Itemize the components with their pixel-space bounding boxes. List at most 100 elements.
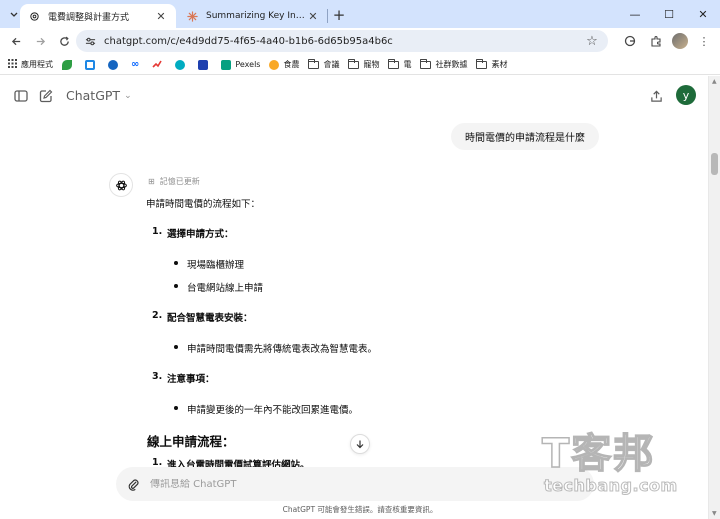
bullet-dot bbox=[174, 345, 178, 349]
message-composer bbox=[116, 467, 594, 501]
forward-arrow-icon[interactable] bbox=[28, 30, 52, 54]
window-controls: — ☐ ✕ bbox=[618, 0, 720, 28]
bookmark-label: 素材 bbox=[491, 60, 508, 69]
scroll-to-bottom-button[interactable] bbox=[350, 434, 370, 454]
bookmark-square[interactable] bbox=[85, 59, 99, 70]
new-chat-icon[interactable] bbox=[38, 88, 54, 104]
meta-icon: ∞ bbox=[131, 59, 140, 70]
memory-icon: ⊞ bbox=[148, 177, 155, 186]
close-tab-icon[interactable]: ✕ bbox=[154, 9, 168, 23]
new-tab-button[interactable]: + bbox=[330, 6, 348, 24]
apps-grid-icon bbox=[8, 59, 17, 70]
maximize-icon[interactable]: ☐ bbox=[652, 0, 686, 28]
bookmark-label: 寵物 bbox=[363, 60, 380, 69]
tab-divider bbox=[327, 9, 328, 23]
list-number: 1. bbox=[152, 226, 163, 237]
close-window-icon[interactable]: ✕ bbox=[686, 0, 720, 28]
arrow-down-icon bbox=[356, 440, 364, 449]
section-title: 選擇申請方式： bbox=[167, 229, 234, 240]
bookmark-star-icon[interactable]: ☆ bbox=[584, 33, 600, 49]
attach-paperclip-icon[interactable] bbox=[116, 467, 150, 501]
scroll-down-icon[interactable]: ▼ bbox=[712, 510, 717, 517]
openai-icon bbox=[28, 10, 40, 22]
folder-icon bbox=[308, 58, 320, 69]
site-settings-icon[interactable] bbox=[82, 33, 98, 49]
tab-inactive[interactable]: Summarizing Key Information ✕ bbox=[178, 4, 328, 28]
bullet-dot bbox=[174, 406, 178, 410]
bee-icon bbox=[269, 59, 280, 70]
minimize-icon[interactable]: — bbox=[618, 0, 652, 28]
folder-icon bbox=[420, 58, 432, 69]
sidebar-toggle-icon[interactable] bbox=[13, 88, 29, 104]
bookmark-p[interactable] bbox=[198, 59, 212, 70]
message-input[interactable] bbox=[150, 478, 594, 490]
bullet-text: 申請變更後的一年內不能改回累進電價。 bbox=[187, 405, 359, 416]
tab-search-icon[interactable] bbox=[8, 8, 20, 20]
close-tab-icon[interactable]: ✕ bbox=[306, 9, 320, 23]
bookmark-food[interactable]: 食農 bbox=[269, 59, 299, 70]
scroll-up-icon[interactable]: ▲ bbox=[712, 78, 717, 85]
watermark-site: techbang.com bbox=[544, 476, 678, 496]
bookmark-label: 食農 bbox=[283, 60, 300, 69]
page-scrollbar[interactable]: ▲ ▼ bbox=[708, 76, 720, 519]
extension-g-icon[interactable] bbox=[620, 31, 640, 51]
square-icon bbox=[85, 59, 95, 70]
bookmark-meta[interactable]: ∞ bbox=[131, 59, 143, 70]
user-message: 時間電價的申請流程是什麼 bbox=[451, 123, 599, 150]
bookmark-folder-social[interactable]: 社群數據 bbox=[420, 58, 468, 70]
profile-avatar[interactable] bbox=[672, 33, 688, 49]
bookmark-label: 會議 bbox=[323, 60, 340, 69]
tab-title: 電費調整與計畫方式 bbox=[48, 12, 130, 23]
browser-toolbar: chatgpt.com/c/e4d9dd75-4f65-4a40-b1b6-6d… bbox=[0, 28, 720, 55]
bullet-text: 現場臨櫃辦理 bbox=[187, 260, 245, 271]
bookmark-pexels[interactable]: Pexels bbox=[221, 59, 260, 70]
list-number: 2. bbox=[152, 310, 163, 321]
bookmark-folder-meeting[interactable]: 會議 bbox=[308, 58, 340, 70]
bookmark-folder-assets[interactable]: 素材 bbox=[476, 58, 508, 70]
claude-icon bbox=[186, 10, 198, 22]
user-avatar[interactable]: y bbox=[676, 85, 696, 105]
folder-icon bbox=[348, 58, 360, 69]
share-icon[interactable] bbox=[648, 88, 664, 104]
watermark-logo: T客邦 bbox=[541, 431, 656, 477]
list-number: 3. bbox=[152, 371, 163, 382]
p-icon bbox=[198, 59, 209, 70]
bullet-text: 台電網站線上申請 bbox=[187, 283, 264, 294]
bookmark-apps[interactable]: 應用程式 bbox=[8, 59, 53, 70]
bullet-dot bbox=[174, 284, 178, 288]
bookmark-folder-power[interactable]: 電 bbox=[388, 58, 412, 70]
s-icon bbox=[175, 59, 186, 70]
bookmark-s[interactable] bbox=[175, 59, 189, 70]
address-bar[interactable]: chatgpt.com/c/e4d9dd75-4f65-4a40-b1b6-6d… bbox=[76, 30, 608, 52]
leaf-icon bbox=[62, 59, 72, 70]
extensions-puzzle-icon[interactable] bbox=[646, 31, 666, 51]
back-arrow-icon[interactable] bbox=[4, 30, 28, 54]
bookmark-leaf[interactable] bbox=[62, 59, 76, 70]
bookmark-c[interactable] bbox=[108, 59, 122, 70]
tab-active[interactable]: 電費調整與計畫方式 ✕ bbox=[20, 4, 176, 28]
bookmark-label: 應用程式 bbox=[21, 60, 53, 69]
c-icon bbox=[108, 59, 118, 70]
model-selector[interactable]: ChatGPT ⌄ bbox=[66, 88, 132, 103]
model-name: ChatGPT bbox=[66, 88, 121, 103]
answer-intro: 申請時間電價的流程如下： bbox=[146, 199, 261, 210]
bookmark-folder-pets[interactable]: 寵物 bbox=[348, 58, 380, 70]
folder-icon bbox=[476, 58, 488, 69]
chart-icon bbox=[152, 59, 163, 71]
bookmark-label: 電 bbox=[403, 60, 412, 69]
reload-icon[interactable] bbox=[52, 30, 76, 54]
bookmark-chart[interactable] bbox=[152, 59, 166, 71]
bullet-dot bbox=[174, 261, 178, 265]
app-header: ChatGPT ⌄ y bbox=[0, 76, 708, 116]
scrollbar-thumb[interactable] bbox=[711, 153, 718, 175]
tab-strip: 電費調整與計畫方式 ✕ Summarizing Key Information … bbox=[0, 0, 720, 28]
bookmark-label: 社群數據 bbox=[435, 60, 468, 69]
more-menu-icon[interactable]: ⋮ bbox=[694, 31, 714, 51]
tab-title: Summarizing Key Information bbox=[206, 11, 306, 21]
pexels-icon bbox=[221, 59, 232, 70]
url-text[interactable]: chatgpt.com/c/e4d9dd75-4f65-4a40-b1b6-6d… bbox=[104, 36, 584, 47]
memory-updated-note[interactable]: ⊞ 記憶已更新 bbox=[148, 176, 200, 187]
section-title: 配合智慧電表安裝： bbox=[167, 313, 253, 324]
section-title: 注意事項： bbox=[167, 374, 215, 385]
disclaimer-text: ChatGPT 可能會發生錯誤。請查核重要資訊。 bbox=[282, 505, 438, 514]
